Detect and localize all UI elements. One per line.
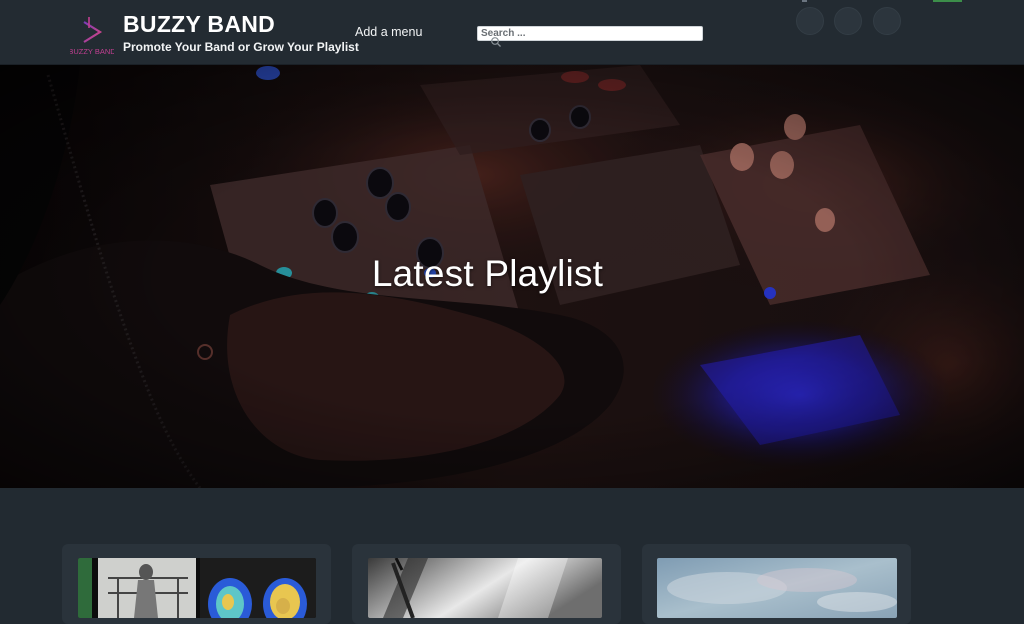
- playlist-card-3[interactable]: [642, 544, 911, 624]
- search-input[interactable]: [477, 26, 703, 41]
- top-indicator: [802, 0, 807, 2]
- site-header: BUZZY BAND BUZZY BAND Promote Your Band …: [0, 0, 1024, 65]
- playlist-cards: [0, 488, 1024, 624]
- hero-title: Latest Playlist: [371, 253, 604, 294]
- site-logo[interactable]: BUZZY BAND: [68, 8, 116, 58]
- brand: BUZZY BAND Promote Your Band or Grow You…: [123, 11, 359, 55]
- social-icon-2[interactable]: [834, 7, 862, 35]
- playlist-card-1[interactable]: [62, 544, 331, 624]
- site-tagline: Promote Your Band or Grow Your Playlist: [123, 40, 359, 54]
- social-icon-3[interactable]: [873, 7, 901, 35]
- playlist-thumbnail-3[interactable]: [657, 558, 897, 618]
- site-title[interactable]: BUZZY BAND: [123, 11, 359, 37]
- playlist-thumbnail-image-3: [657, 558, 897, 618]
- logo-text: BUZZY BAND: [70, 47, 114, 56]
- hero-banner: Latest Playlist: [0, 65, 1024, 488]
- playlist-thumbnail-2[interactable]: [368, 558, 602, 618]
- add-menu-link[interactable]: Add a menu: [355, 25, 422, 39]
- top-badge: [933, 0, 962, 2]
- search-icon[interactable]: [490, 36, 502, 48]
- playlist-thumbnail-image-1: [78, 558, 316, 618]
- playlist-thumbnail-1[interactable]: [78, 558, 316, 618]
- social-icon-1[interactable]: [796, 7, 824, 35]
- playlist-thumbnail-image-2: [368, 558, 602, 618]
- logo-mark-icon: BUZZY BAND: [68, 11, 116, 56]
- playlist-card-2[interactable]: [352, 544, 621, 624]
